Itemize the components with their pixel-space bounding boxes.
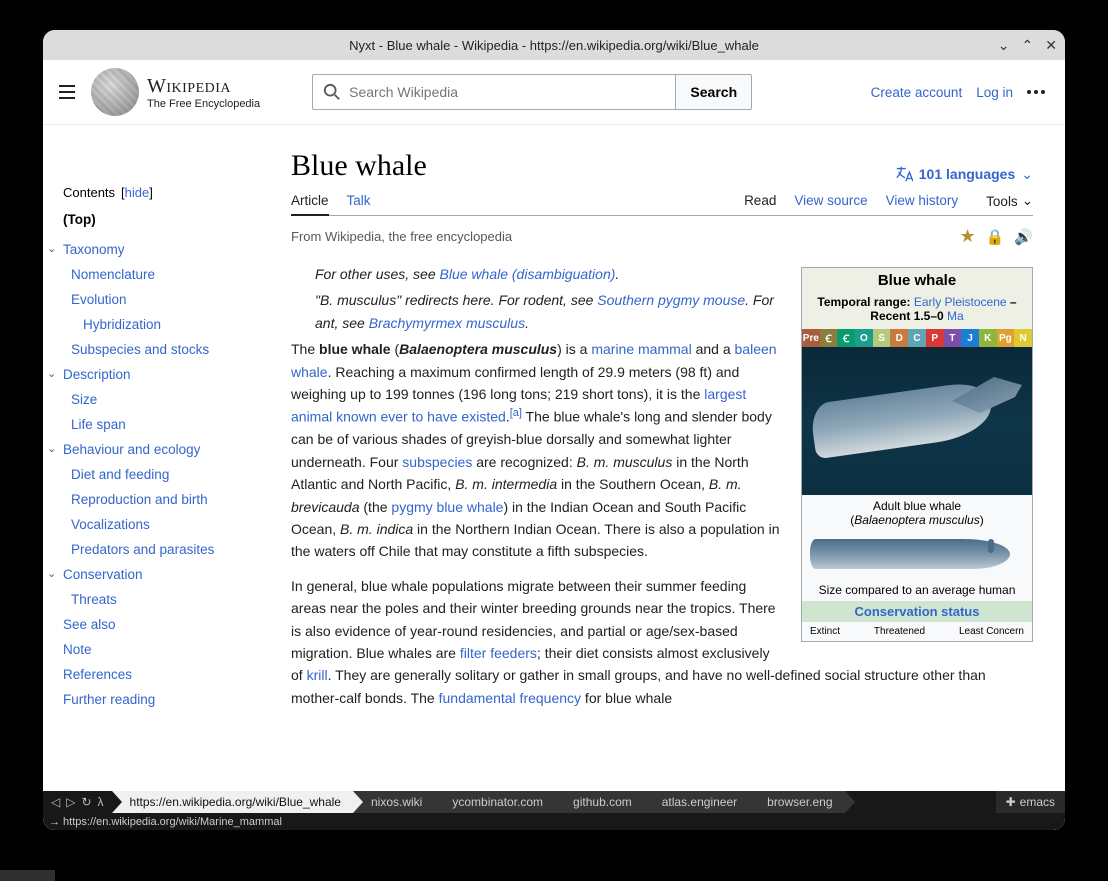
toc-taxonomy[interactable]: Taxonomy	[59, 237, 275, 262]
tagline: The Free Encyclopedia	[147, 98, 260, 110]
tab-read[interactable]: Read	[744, 187, 776, 215]
toc-evolution[interactable]: Evolution	[59, 287, 275, 312]
toc-conservation[interactable]: Conservation	[59, 562, 275, 587]
lock-icon[interactable]: 🔒	[986, 228, 1005, 246]
contents-label: Contents	[63, 185, 115, 200]
nav-forward-icon[interactable]: ▷	[66, 795, 75, 809]
nav-reload-icon[interactable]: ↻	[81, 795, 91, 809]
toc-hybridization[interactable]: Hybridization	[59, 312, 275, 337]
toc-subspecies[interactable]: Subspecies and stocks	[59, 337, 275, 362]
create-account-link[interactable]: Create account	[871, 85, 963, 100]
search-button[interactable]: Search	[675, 74, 752, 110]
toc-lifespan[interactable]: Life span	[59, 412, 275, 437]
search-input[interactable]	[349, 84, 665, 100]
maximize-icon[interactable]: ⌃	[1022, 37, 1034, 54]
page-title: Blue whale	[291, 149, 427, 183]
tab-tools[interactable]: Tools⌄	[986, 187, 1033, 215]
conservation-status-header[interactable]: Conservation status	[802, 601, 1032, 622]
toc-behaviour[interactable]: Behaviour and ecology	[59, 437, 275, 462]
toc-top[interactable]: (Top)	[59, 212, 275, 227]
close-icon[interactable]: ✕	[1045, 37, 1057, 54]
hamburger-menu-icon[interactable]	[55, 80, 79, 104]
more-menu-icon[interactable]	[1027, 90, 1045, 94]
toc-predators[interactable]: Predators and parasites	[59, 537, 275, 562]
infobox-size-diagram[interactable]	[802, 531, 1032, 579]
emacs-button[interactable]: ✚emacs	[996, 791, 1065, 813]
wikipedia-logo[interactable]: Wikipedia The Free Encyclopedia	[91, 68, 260, 116]
audio-icon[interactable]: 🔊	[1014, 228, 1033, 246]
toc-reproduction[interactable]: Reproduction and birth	[59, 487, 275, 512]
toc-seealso[interactable]: See also	[59, 612, 275, 637]
chevron-down-icon: ⌄	[1021, 166, 1033, 183]
tab-article[interactable]: Article	[291, 187, 329, 216]
toc-further[interactable]: Further reading	[59, 687, 275, 712]
globe-icon	[91, 68, 139, 116]
plus-icon: ✚	[1006, 795, 1016, 809]
toc-description[interactable]: Description	[59, 362, 275, 387]
window-titlebar: Nyxt - Blue whale - Wikipedia - https://…	[43, 30, 1065, 60]
toc-threats[interactable]: Threats	[59, 587, 275, 612]
language-icon	[895, 165, 913, 183]
browser-tab-current[interactable]: https://en.wikipedia.org/wiki/Blue_whale	[112, 791, 353, 813]
browser-tab[interactable]: browser.eng	[749, 791, 844, 813]
search-box[interactable]	[312, 74, 675, 110]
infobox-caption1: Adult blue whale(Balaenoptera musculus)	[802, 495, 1032, 531]
infobox-title: Blue whale	[802, 268, 1032, 293]
contents-sidebar: Contents [hide] (Top) Taxonomy Nomenclat…	[43, 125, 275, 791]
browser-tab[interactable]: ycombinator.com	[434, 791, 555, 813]
toc-nomenclature[interactable]: Nomenclature	[59, 262, 275, 287]
tab-view-source[interactable]: View source	[794, 187, 867, 215]
browser-tab[interactable]: atlas.engineer	[644, 791, 749, 813]
search-icon	[323, 83, 341, 101]
wikipedia-header: Wikipedia The Free Encyclopedia Search C…	[43, 60, 1065, 125]
status-line: → https://en.wikipedia.org/wiki/Marine_m…	[43, 813, 1065, 830]
browser-tab[interactable]: github.com	[555, 791, 644, 813]
minimize-icon[interactable]: ⌄	[998, 37, 1010, 54]
languages-link[interactable]: 101 languages ⌄	[895, 165, 1033, 183]
toc-size[interactable]: Size	[59, 387, 275, 412]
infobox: Blue whale Temporal range: Early Pleisto…	[801, 267, 1033, 642]
nav-back-icon[interactable]: ◁	[51, 795, 60, 809]
infobox-caption2: Size compared to an average human	[802, 579, 1032, 601]
login-link[interactable]: Log in	[976, 85, 1013, 100]
toc-note[interactable]: Note	[59, 637, 275, 662]
nyxt-tab-bar: ◁ ▷ ↻ λ https://en.wikipedia.org/wiki/Bl…	[43, 791, 1065, 813]
nav-lambda-icon[interactable]: λ	[98, 795, 104, 809]
geologic-timescale[interactable]: PreꞒꞒOSDCPTJKPgN	[802, 329, 1032, 347]
infobox-temporal-range: Temporal range: Early Pleistocene – Rece…	[802, 293, 1032, 329]
desktop-strip	[0, 870, 55, 881]
tab-view-history[interactable]: View history	[886, 187, 959, 215]
toc-diet[interactable]: Diet and feeding	[59, 462, 275, 487]
browser-tab[interactable]: nixos.wiki	[353, 791, 434, 813]
toc-references[interactable]: References	[59, 662, 275, 687]
infobox-photo[interactable]	[802, 347, 1032, 495]
chevron-down-icon: ⌄	[1022, 193, 1033, 209]
article-body: Blue whale 101 languages ⌄ Article Talk …	[275, 125, 1065, 791]
featured-star-icon[interactable]: ★	[959, 226, 975, 247]
toc-vocalizations[interactable]: Vocalizations	[59, 512, 275, 537]
article-subtitle: From Wikipedia, the free encyclopedia	[291, 229, 512, 244]
hide-toggle[interactable]: [hide]	[121, 185, 153, 200]
conservation-labels: ExtinctThreatenedLeast Concern	[802, 622, 1032, 641]
window-title: Nyxt - Blue whale - Wikipedia - https://…	[349, 38, 759, 53]
tab-talk[interactable]: Talk	[347, 187, 371, 215]
wordmark: Wikipedia	[147, 75, 260, 98]
